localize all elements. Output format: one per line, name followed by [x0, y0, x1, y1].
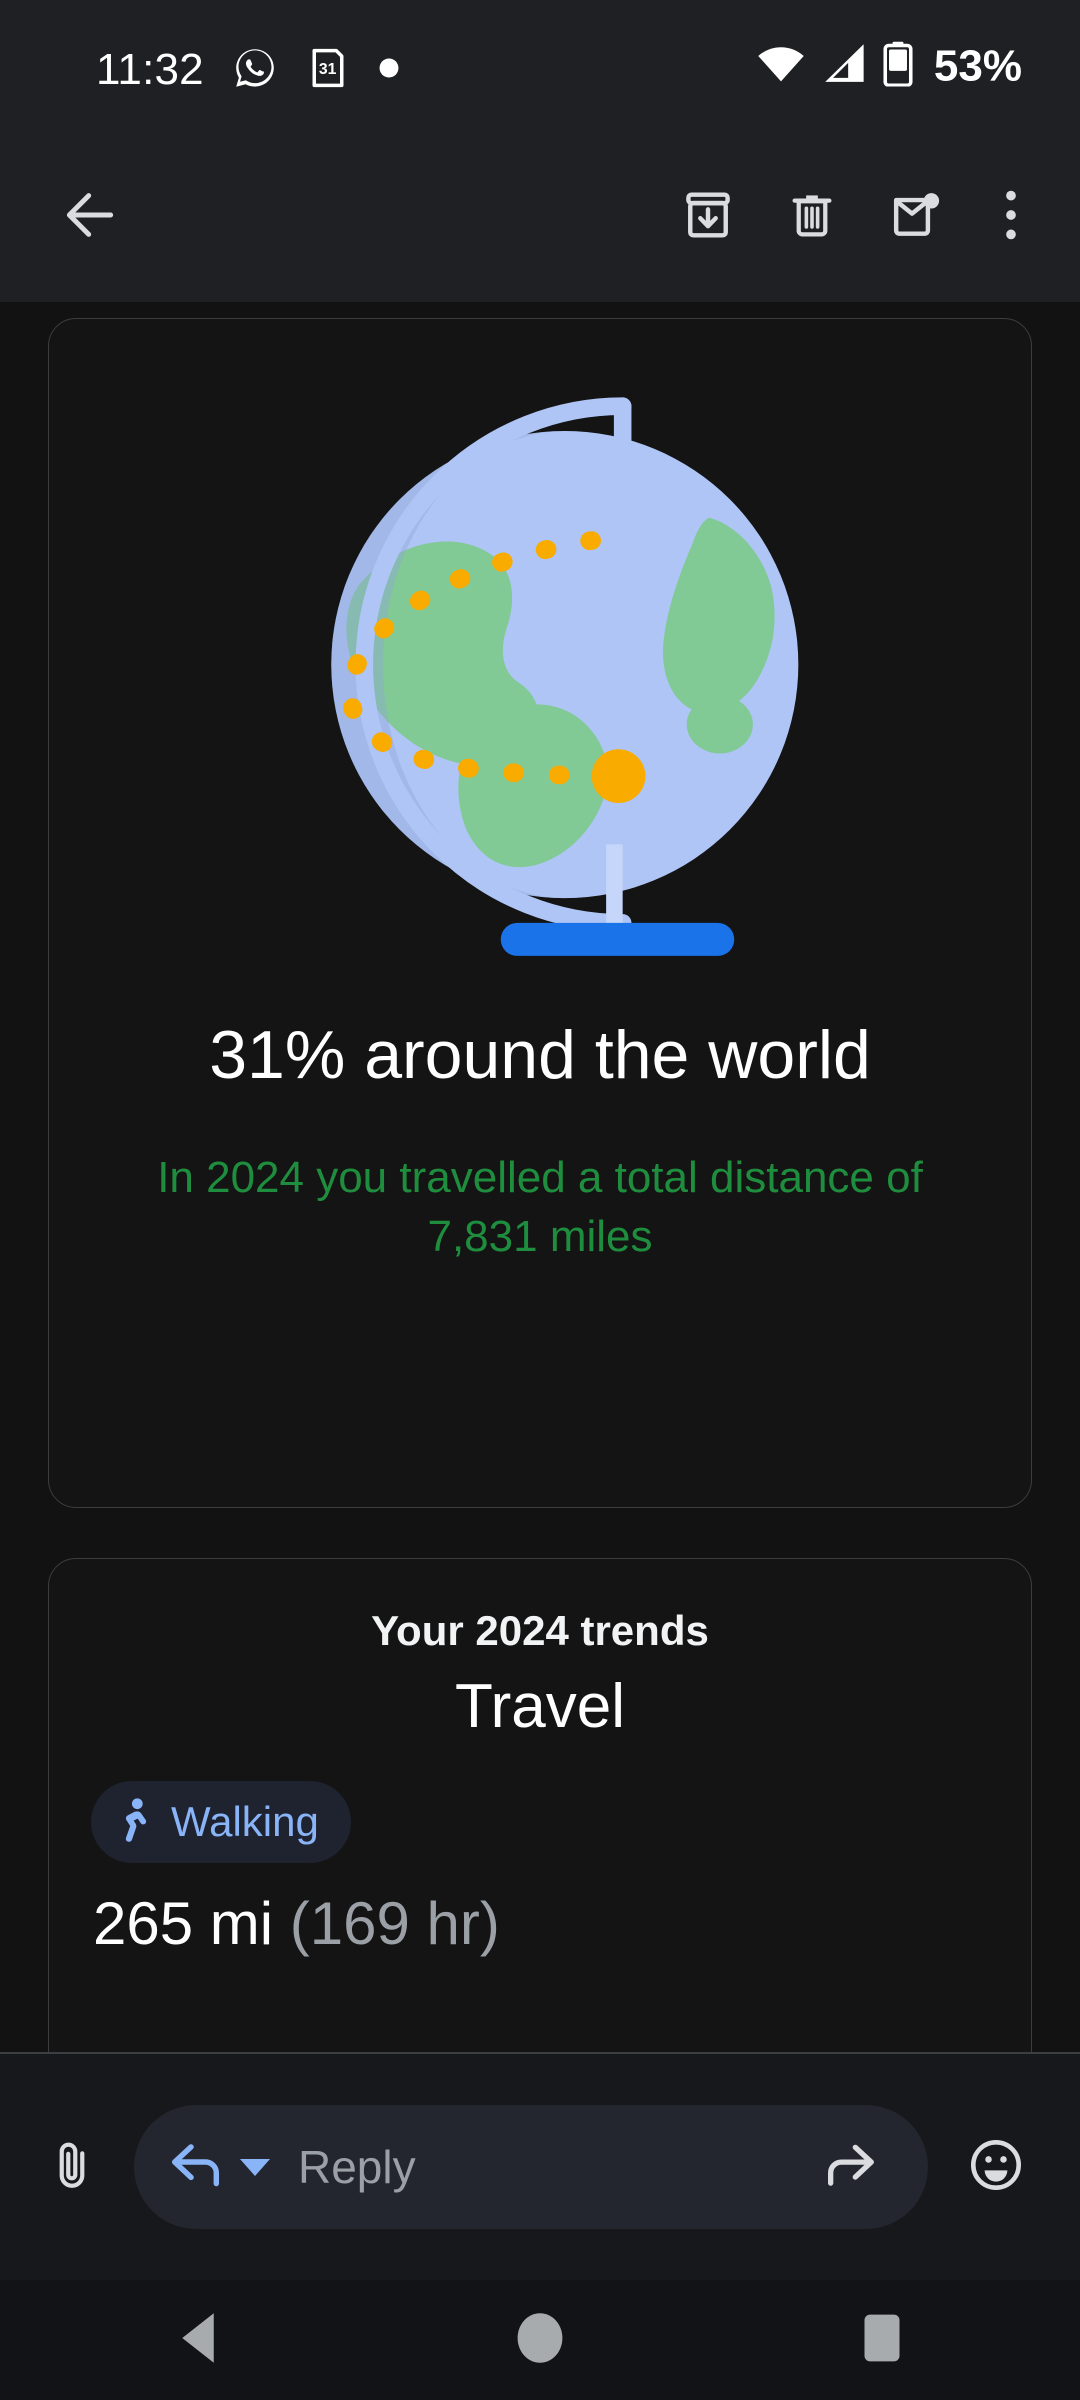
- trends-eyebrow-label: Your 2024 trends: [371, 1607, 709, 1654]
- status-clock: 11:32: [96, 45, 204, 94]
- more-vert-icon: [989, 187, 1033, 248]
- status-bar-right: 53%: [756, 41, 1022, 92]
- notification-dot-icon: [378, 57, 400, 84]
- cellular-signal-icon: [820, 42, 868, 91]
- travel-mode-chip-walking[interactable]: Walking: [91, 1781, 351, 1863]
- calendar-icon: 31: [306, 46, 350, 95]
- nav-back-button[interactable]: [143, 2285, 253, 2395]
- android-navigation-bar: [0, 2280, 1080, 2400]
- nav-home-circle-icon: [514, 2310, 566, 2371]
- reply-arrow-icon: [166, 2139, 226, 2196]
- caret-down-icon: [240, 2158, 270, 2176]
- battery-icon: [882, 41, 914, 92]
- reply-mode-selector[interactable]: [166, 2139, 270, 2196]
- reply-input-field[interactable]: Reply: [134, 2105, 928, 2229]
- status-bar-left: 11:32 31: [96, 45, 400, 96]
- reply-placeholder-label: Reply: [298, 2141, 416, 2193]
- toolbar-actions: [656, 165, 1054, 269]
- wifi-icon: [756, 42, 806, 91]
- email-body-scroll-area[interactable]: 31% around the world In 2024 you travell…: [0, 302, 1080, 2052]
- forward-arrow-icon: [821, 2139, 879, 2196]
- app-toolbar: [0, 132, 1080, 302]
- attach-button[interactable]: [20, 2115, 124, 2219]
- trends-card: Your 2024 trends Travel Walking 265 mi (…: [48, 1558, 1032, 2052]
- reply-bar: Reply: [0, 2054, 1080, 2280]
- stat-duration: (169 hr): [273, 1890, 500, 1957]
- back-arrow-icon: [59, 184, 121, 251]
- archive-icon: [680, 187, 736, 248]
- travel-mode-stat: 265 mi (169 hr): [93, 1889, 500, 1958]
- emoji-face-icon: [967, 2136, 1025, 2199]
- whatsapp-icon: [232, 45, 278, 96]
- travel-mode-chip-label: Walking: [171, 1798, 319, 1845]
- back-button[interactable]: [42, 169, 138, 265]
- paperclip-icon: [44, 2137, 100, 2198]
- status-bar: 11:32 31 53%: [0, 0, 1080, 132]
- nav-recents-square-icon: [861, 2312, 903, 2369]
- battery-percent-label: 53%: [933, 41, 1022, 90]
- forward-button[interactable]: [810, 2127, 890, 2207]
- mail-unread-icon: [888, 187, 944, 248]
- delete-button[interactable]: [760, 165, 864, 269]
- walking-person-icon: [115, 1797, 155, 1848]
- mark-unread-button[interactable]: [864, 165, 968, 269]
- phone-screen: 11:32 31 53% 31% around the world In 202…: [0, 0, 1080, 2400]
- trash-icon: [785, 188, 839, 247]
- nav-back-triangle-icon: [175, 2311, 221, 2370]
- nav-recents-button[interactable]: [827, 2285, 937, 2395]
- summary-headline: 31% around the world: [209, 1017, 871, 1093]
- stat-distance: 265 mi: [93, 1890, 274, 1957]
- emoji-button[interactable]: [944, 2115, 1048, 2219]
- svg-text:31: 31: [319, 60, 337, 77]
- trends-title: Travel: [455, 1672, 625, 1741]
- overflow-menu-button[interactable]: [968, 165, 1054, 269]
- travel-summary-card: 31% around the world In 2024 you travell…: [48, 318, 1032, 1508]
- globe-illustration: [230, 369, 850, 989]
- archive-button[interactable]: [656, 165, 760, 269]
- nav-home-button[interactable]: [485, 2285, 595, 2395]
- summary-subline: In 2024 you travelled a total distance o…: [157, 1153, 923, 1261]
